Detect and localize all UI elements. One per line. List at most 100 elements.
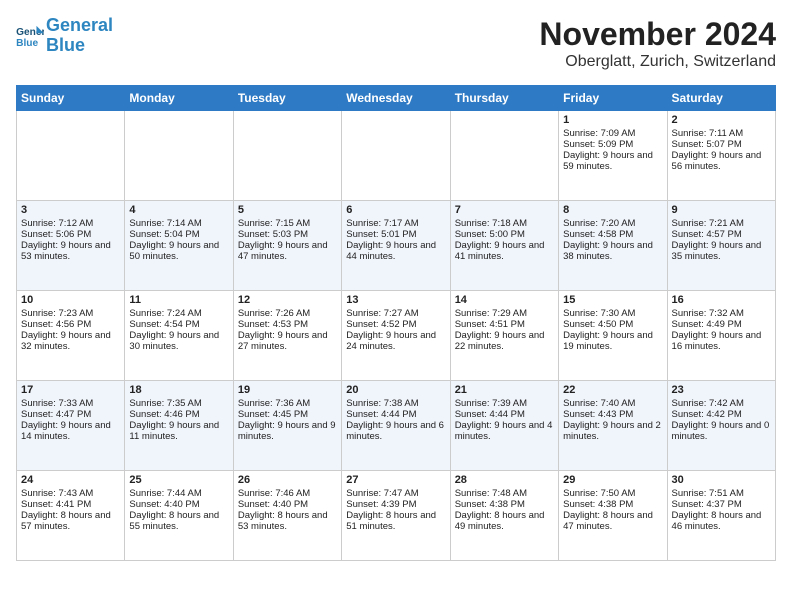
day-number: 29 bbox=[563, 474, 662, 486]
day-info: Daylight: 9 hours and 44 minutes. bbox=[346, 240, 445, 262]
calendar-cell: 18 Sunrise: 7:35 AMSunset: 4:46 PMDayligh… bbox=[125, 381, 233, 471]
day-info: Daylight: 8 hours and 49 minutes. bbox=[455, 510, 554, 532]
day-info: Sunset: 5:06 PM bbox=[21, 229, 120, 240]
calendar-cell: 12Sunrise: 7:26 AMSunset: 4:53 PMDayligh… bbox=[233, 291, 341, 381]
svg-text:Blue: Blue bbox=[16, 38, 38, 48]
day-number: 2 bbox=[672, 114, 771, 126]
calendar-cell: 1Sunrise: 7:09 AMSunset: 5:09 PMDaylight… bbox=[559, 111, 667, 201]
day-number: 7 bbox=[455, 204, 554, 216]
day-info: Sunrise: 7:35 AM bbox=[129, 398, 228, 409]
day-info: Sunset: 5:01 PM bbox=[346, 229, 445, 240]
calendar-cell: 7Sunrise: 7:18 AMSunset: 5:00 PMDaylight… bbox=[450, 201, 558, 291]
day-number: 12 bbox=[238, 294, 337, 306]
calendar-cell: 24Sunrise: 7:43 AMSunset: 4:41 PMDayligh… bbox=[17, 471, 125, 561]
day-info: Sunset: 4:44 PM bbox=[455, 409, 554, 420]
day-info: Sunset: 4:41 PM bbox=[21, 499, 120, 510]
calendar-cell: 5Sunrise: 7:15 AMSunset: 5:03 PMDaylight… bbox=[233, 201, 341, 291]
day-info: Daylight: 9 hours and 11 minutes. bbox=[129, 420, 228, 442]
day-number: 9 bbox=[672, 204, 771, 216]
calendar-cell: 23Sunrise: 7:42 AMSunset: 4:42 PMDayligh… bbox=[667, 381, 775, 471]
day-info: Sunset: 4:54 PM bbox=[129, 319, 228, 330]
day-info: Daylight: 9 hours and 6 minutes. bbox=[346, 420, 445, 442]
day-info: Sunset: 4:53 PM bbox=[238, 319, 337, 330]
day-info: Sunrise: 7:38 AM bbox=[346, 398, 445, 409]
day-info: Sunset: 5:07 PM bbox=[672, 139, 771, 150]
day-info: Daylight: 9 hours and 30 minutes. bbox=[129, 330, 228, 352]
day-info: Daylight: 9 hours and 32 minutes. bbox=[21, 330, 120, 352]
day-number: 8 bbox=[563, 204, 662, 216]
calendar-cell: 19Sunrise: 7:36 AMSunset: 4:45 PMDayligh… bbox=[233, 381, 341, 471]
day-info: Sunrise: 7:51 AM bbox=[672, 488, 771, 499]
weekday-header-thursday: Thursday bbox=[450, 86, 558, 111]
weekday-header-friday: Friday bbox=[559, 86, 667, 111]
day-info: Sunset: 4:42 PM bbox=[672, 409, 771, 420]
calendar-cell: 13Sunrise: 7:27 AMSunset: 4:52 PMDayligh… bbox=[342, 291, 450, 381]
calendar-week-5: 24Sunrise: 7:43 AMSunset: 4:41 PMDayligh… bbox=[17, 471, 776, 561]
day-info: Sunset: 4:40 PM bbox=[238, 499, 337, 510]
day-number: 21 bbox=[455, 384, 554, 396]
day-info: Daylight: 9 hours and 2 minutes. bbox=[563, 420, 662, 442]
calendar-cell: 20Sunrise: 7:38 AMSunset: 4:44 PMDayligh… bbox=[342, 381, 450, 471]
day-number: 13 bbox=[346, 294, 445, 306]
day-info: Sunset: 4:43 PM bbox=[563, 409, 662, 420]
day-info: Sunrise: 7:15 AM bbox=[238, 218, 337, 229]
weekday-header-wednesday: Wednesday bbox=[342, 86, 450, 111]
calendar-cell: 11Sunrise: 7:24 AMSunset: 4:54 PMDayligh… bbox=[125, 291, 233, 381]
day-number: 26 bbox=[238, 474, 337, 486]
logo-general: General bbox=[46, 16, 113, 36]
calendar-cell bbox=[450, 111, 558, 201]
day-info: Sunset: 4:52 PM bbox=[346, 319, 445, 330]
day-info: Sunset: 4:57 PM bbox=[672, 229, 771, 240]
day-number: 17 bbox=[21, 384, 120, 396]
day-info: Sunrise: 7:47 AM bbox=[346, 488, 445, 499]
calendar-cell: 22Sunrise: 7:40 AMSunset: 4:43 PMDayligh… bbox=[559, 381, 667, 471]
day-info: Sunset: 4:45 PM bbox=[238, 409, 337, 420]
day-info: Daylight: 9 hours and 16 minutes. bbox=[672, 330, 771, 352]
day-info: Sunset: 5:03 PM bbox=[238, 229, 337, 240]
day-number: 18 bbox=[129, 384, 228, 396]
day-info: Sunset: 4:49 PM bbox=[672, 319, 771, 330]
day-info: Sunset: 4:44 PM bbox=[346, 409, 445, 420]
weekday-header-sunday: Sunday bbox=[17, 86, 125, 111]
day-info: Sunset: 4:37 PM bbox=[672, 499, 771, 510]
day-number: 1 bbox=[563, 114, 662, 126]
day-info: Sunrise: 7:18 AM bbox=[455, 218, 554, 229]
day-info: Sunset: 4:39 PM bbox=[346, 499, 445, 510]
day-info: Sunset: 4:46 PM bbox=[129, 409, 228, 420]
calendar-cell bbox=[233, 111, 341, 201]
calendar-cell: 3Sunrise: 7:12 AMSunset: 5:06 PMDaylight… bbox=[17, 201, 125, 291]
day-info: Daylight: 9 hours and 47 minutes. bbox=[238, 240, 337, 262]
day-info: Daylight: 9 hours and 0 minutes. bbox=[672, 420, 771, 442]
location-title: Oberglatt, Zurich, Switzerland bbox=[539, 53, 776, 71]
day-number: 3 bbox=[21, 204, 120, 216]
day-number: 14 bbox=[455, 294, 554, 306]
calendar-cell: 10Sunrise: 7:23 AMSunset: 4:56 PMDayligh… bbox=[17, 291, 125, 381]
calendar-cell: 26Sunrise: 7:46 AMSunset: 4:40 PMDayligh… bbox=[233, 471, 341, 561]
calendar-cell: 14Sunrise: 7:29 AMSunset: 4:51 PMDayligh… bbox=[450, 291, 558, 381]
day-info: Sunset: 4:58 PM bbox=[563, 229, 662, 240]
day-info: Sunrise: 7:20 AM bbox=[563, 218, 662, 229]
day-info: Daylight: 8 hours and 46 minutes. bbox=[672, 510, 771, 532]
day-info: Sunrise: 7:50 AM bbox=[563, 488, 662, 499]
calendar-week-4: 17Sunrise: 7:33 AMSunset: 4:47 PMDayligh… bbox=[17, 381, 776, 471]
calendar-cell: 30Sunrise: 7:51 AMSunset: 4:37 PMDayligh… bbox=[667, 471, 775, 561]
calendar-cell bbox=[342, 111, 450, 201]
calendar-week-1: 1Sunrise: 7:09 AMSunset: 5:09 PMDaylight… bbox=[17, 111, 776, 201]
logo-blue: Blue bbox=[46, 36, 113, 56]
day-info: Sunrise: 7:21 AM bbox=[672, 218, 771, 229]
calendar-cell: 27Sunrise: 7:47 AMSunset: 4:39 PMDayligh… bbox=[342, 471, 450, 561]
calendar-cell: 6Sunrise: 7:17 AMSunset: 5:01 PMDaylight… bbox=[342, 201, 450, 291]
day-info: Sunrise: 7:39 AM bbox=[455, 398, 554, 409]
day-number: 19 bbox=[238, 384, 337, 396]
day-info: Sunset: 5:04 PM bbox=[129, 229, 228, 240]
day-info: Sunset: 4:47 PM bbox=[21, 409, 120, 420]
weekday-header-monday: Monday bbox=[125, 86, 233, 111]
calendar-cell bbox=[17, 111, 125, 201]
day-info: Sunrise: 7:43 AM bbox=[21, 488, 120, 499]
day-info: Sunrise: 7:48 AM bbox=[455, 488, 554, 499]
calendar-cell: 8Sunrise: 7:20 AMSunset: 4:58 PMDaylight… bbox=[559, 201, 667, 291]
calendar-cell: 15Sunrise: 7:30 AMSunset: 4:50 PMDayligh… bbox=[559, 291, 667, 381]
day-info: Daylight: 9 hours and 27 minutes. bbox=[238, 330, 337, 352]
day-info: Sunset: 5:09 PM bbox=[563, 139, 662, 150]
day-info: Sunrise: 7:24 AM bbox=[129, 308, 228, 319]
